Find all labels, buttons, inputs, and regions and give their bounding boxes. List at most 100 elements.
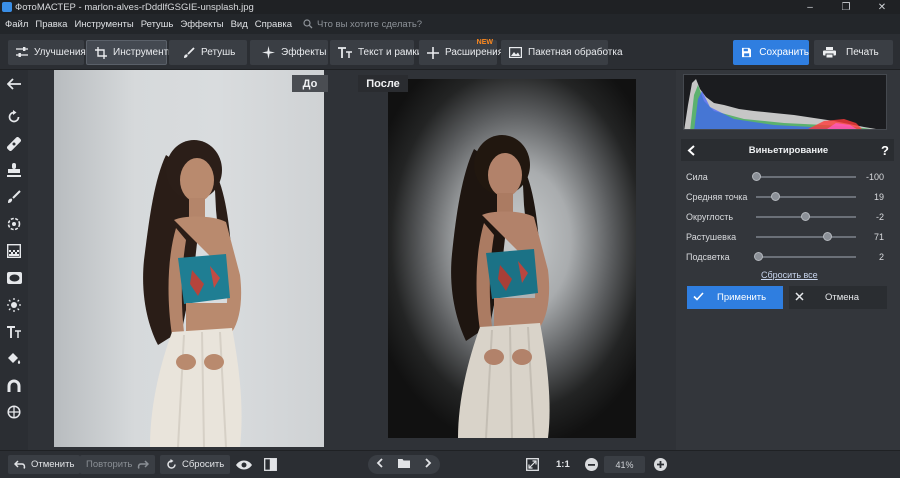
preview-toggle[interactable]: [236, 455, 252, 474]
bandage-icon[interactable]: [5, 135, 23, 153]
eye-icon: [236, 460, 252, 469]
stamp-icon[interactable]: [5, 161, 23, 179]
brush-icon: [184, 46, 195, 58]
previous-photo-button[interactable]: [376, 458, 383, 471]
search-box[interactable]: Что вы хотите сделать?: [303, 19, 422, 30]
menu-file[interactable]: Файл: [5, 19, 28, 30]
next-photo-button[interactable]: [425, 458, 432, 471]
printer-icon: [823, 47, 836, 58]
reset-button[interactable]: Сбросить: [160, 455, 231, 474]
minimize-button[interactable]: –: [792, 0, 828, 14]
bucket-icon[interactable]: [5, 350, 23, 368]
globe-icon[interactable]: [5, 403, 23, 421]
undo-button[interactable]: Отменить: [8, 455, 81, 474]
redo-label: Повторить: [86, 459, 133, 470]
zoom-in-button[interactable]: [654, 458, 667, 471]
text-tool-icon[interactable]: [5, 323, 23, 341]
zoom-level-field[interactable]: 41%: [604, 456, 645, 473]
panel-back-button[interactable]: [681, 144, 701, 156]
tab-batch-processing[interactable]: Пакетная обработка: [501, 40, 623, 65]
compare-toggle[interactable]: [264, 455, 277, 474]
menu-effects[interactable]: Эффекты: [180, 19, 223, 30]
after-label: После: [358, 75, 408, 92]
sun-icon[interactable]: [5, 296, 23, 314]
before-label: До: [292, 75, 328, 92]
menu-help[interactable]: Справка: [255, 19, 292, 30]
slider-roundness-label: Округлость: [686, 212, 734, 222]
slider-midpoint-value: 19: [873, 192, 884, 202]
slider-feather[interactable]: Растушевка 71: [686, 230, 886, 244]
menu-retouch[interactable]: Ретушь: [141, 19, 174, 30]
gradient-icon[interactable]: [5, 242, 23, 260]
vignette-icon[interactable]: [5, 269, 23, 287]
menu-view[interactable]: Вид: [231, 19, 248, 30]
bottom-bar: Отменить Повторить Сбросить 1:1 41%: [0, 450, 900, 478]
slider-midpoint-knob[interactable]: [771, 192, 780, 201]
zoom-out-button[interactable]: [585, 458, 598, 471]
images-icon: [509, 47, 522, 58]
menu-bar: Файл Правка Инструменты Ретушь Эффекты В…: [0, 14, 900, 34]
slider-roundness-knob[interactable]: [801, 212, 810, 221]
undo-label: Отменить: [31, 459, 75, 470]
tab-enhancements[interactable]: Улучшения: [8, 40, 86, 65]
main-toolbar: Улучшения Инструменты Ретушь Эффекты Тек…: [0, 34, 900, 70]
window-controls: – ❐ ✕: [792, 0, 900, 14]
actual-size-button[interactable]: 1:1: [556, 455, 570, 474]
reset-icon: [167, 459, 176, 469]
slider-strength-knob[interactable]: [752, 172, 761, 181]
plus-icon: [427, 46, 439, 59]
close-button[interactable]: ✕: [864, 0, 900, 14]
slider-strength-track[interactable]: [752, 172, 856, 181]
print-button[interactable]: Печать: [814, 40, 893, 65]
tab-extensions[interactable]: Расширения NEW: [419, 39, 503, 65]
menu-edit[interactable]: Правка: [35, 19, 67, 30]
rotate-icon[interactable]: [5, 108, 23, 126]
photo-canvas[interactable]: До После: [28, 70, 676, 450]
tab-tools-label: Инструменты: [113, 47, 176, 58]
tab-retouch[interactable]: Ретушь: [169, 40, 247, 65]
slider-midpoint-track[interactable]: [756, 192, 856, 201]
apply-label: Применить: [717, 292, 767, 303]
slider-midpoint[interactable]: Средняя точка 19: [686, 190, 886, 204]
histogram: [683, 74, 887, 130]
tab-effects[interactable]: Эффекты: [250, 40, 328, 65]
slider-highlight-track[interactable]: [754, 252, 856, 261]
slider-midpoint-label: Средняя точка: [686, 192, 748, 202]
slider-roundness-track[interactable]: [756, 212, 856, 221]
reset-all-link[interactable]: Сбросить все: [761, 270, 818, 280]
brush-tool-icon[interactable]: [5, 188, 23, 206]
redo-button[interactable]: Повторить: [80, 455, 156, 474]
search-placeholder: Что вы хотите сделать?: [317, 18, 423, 30]
menu-tools[interactable]: Инструменты: [74, 19, 133, 30]
undo-icon: [14, 460, 26, 469]
tab-extensions-label: Расширения: [445, 47, 504, 58]
fit-screen-button[interactable]: [526, 455, 539, 474]
cancel-button[interactable]: Отмена: [789, 286, 887, 309]
tab-tools[interactable]: Инструменты: [86, 40, 175, 65]
slider-feather-track[interactable]: [756, 232, 856, 241]
help-button[interactable]: ?: [876, 143, 894, 158]
slider-roundness[interactable]: Округлость -2: [686, 210, 886, 224]
redo-icon: [138, 460, 150, 469]
apply-button[interactable]: Применить: [687, 286, 783, 309]
back-arrow-icon[interactable]: [5, 75, 23, 93]
open-folder-button[interactable]: [397, 458, 410, 471]
tab-text-frames[interactable]: Текст и рамки: [330, 40, 422, 65]
tab-retouch-label: Ретушь: [201, 47, 236, 58]
maximize-button[interactable]: ❐: [828, 0, 864, 14]
tab-batch-processing-label: Пакетная обработка: [528, 47, 623, 58]
slider-highlight-knob[interactable]: [754, 252, 763, 261]
slider-feather-knob[interactable]: [823, 232, 832, 241]
floppy-icon: [742, 47, 752, 58]
tab-effects-label: Эффекты: [281, 47, 327, 58]
slider-strength[interactable]: Сила -100: [686, 170, 886, 184]
chevron-left-icon: [687, 144, 695, 156]
slider-highlight[interactable]: Подсветка 2: [686, 250, 886, 264]
slider-feather-value: 71: [873, 232, 884, 242]
save-button[interactable]: Сохранить: [733, 40, 809, 65]
target-icon[interactable]: [5, 215, 23, 233]
text-icon: [338, 47, 352, 58]
magnet-icon[interactable]: [5, 377, 23, 395]
fullscreen-icon: [526, 458, 539, 471]
panel-title: Виньетирование: [748, 144, 829, 156]
